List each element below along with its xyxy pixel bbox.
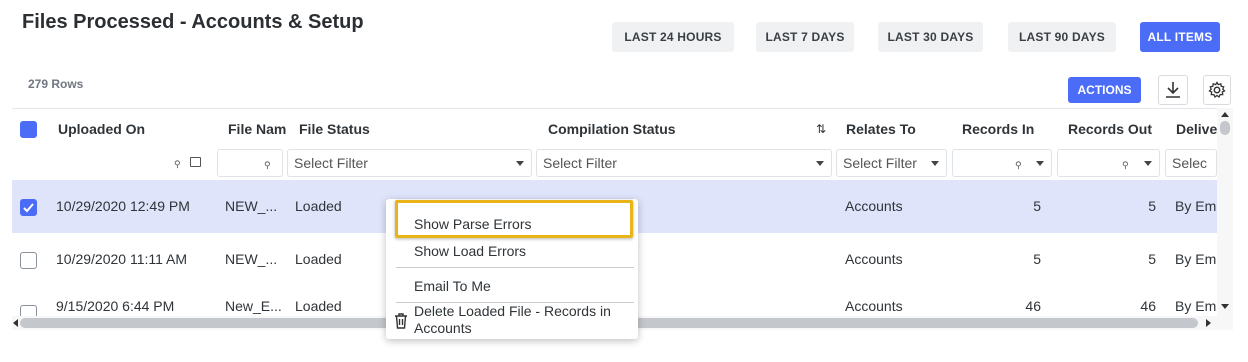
vertical-scrollbar[interactable] <box>1217 108 1233 330</box>
gear-icon <box>1208 81 1226 99</box>
scroll-down-arrow-icon[interactable] <box>1221 304 1229 309</box>
delete-label-line2: Accounts <box>414 320 472 336</box>
select-all-checkbox[interactable] <box>20 121 37 138</box>
range-last-90-days[interactable]: LAST 90 DAYS <box>1008 22 1116 52</box>
column-header-file-status[interactable]: File Status <box>299 109 449 149</box>
search-icon: ⚲ <box>264 160 271 170</box>
search-icon: ⚲ <box>1015 160 1022 170</box>
scroll-left-arrow-icon[interactable] <box>13 319 18 327</box>
relates-to-filter-value: Select Filter <box>843 155 917 171</box>
records-in-cell: 5 <box>1033 251 1041 267</box>
chevron-down-icon[interactable] <box>1144 161 1152 166</box>
range-last-24-hours[interactable]: LAST 24 HOURS <box>612 22 734 52</box>
actions-button[interactable]: ACTIONS <box>1068 77 1141 103</box>
chevron-down-icon <box>816 161 824 166</box>
search-icon: ⚲ <box>174 159 181 169</box>
file-name-cell[interactable]: NEW_... <box>225 233 283 286</box>
chevron-down-icon <box>516 161 524 166</box>
row-checkbox[interactable] <box>20 199 37 216</box>
uploaded-on-cell: 10/29/2020 11:11 AM <box>56 251 188 267</box>
records-in-filter[interactable]: ⚲ <box>952 149 1052 177</box>
range-all-items[interactable]: ALL ITEMS <box>1140 22 1220 52</box>
delivery-filter[interactable]: Selec <box>1165 149 1217 177</box>
download-button[interactable] <box>1158 75 1188 105</box>
delivery-filter-value: Selec <box>1172 155 1208 171</box>
records-in-cell: 5 <box>1033 198 1041 214</box>
menu-divider <box>396 267 634 268</box>
records-out-cell: 5 <box>1148 251 1156 267</box>
delivery-cell: By Em <box>1175 251 1217 267</box>
calendar-icon[interactable] <box>190 157 201 167</box>
column-header-records-out[interactable]: Records Out <box>1068 109 1168 149</box>
compilation-status-filter[interactable]: Select Filter <box>536 149 832 177</box>
file-status-filter-value: Select Filter <box>294 155 368 171</box>
trash-icon <box>395 313 407 329</box>
file-name-filter[interactable]: ⚲ <box>217 149 283 177</box>
range-last-7-days[interactable]: LAST 7 DAYS <box>756 22 854 52</box>
menu-item-show-load-errors[interactable]: Show Load Errors <box>386 240 638 264</box>
chevron-down-icon[interactable] <box>1036 161 1044 166</box>
column-header-compilation-status[interactable]: Compilation Status <box>548 109 748 149</box>
scroll-up-arrow-icon[interactable] <box>1221 112 1229 117</box>
records-out-filter[interactable]: ⚲ <box>1057 149 1160 177</box>
relates-to-filter[interactable]: Select Filter <box>836 149 947 177</box>
relates-to-cell: Accounts <box>845 251 903 267</box>
uploaded-on-filter[interactable]: ⚲ <box>48 149 216 177</box>
relates-to-cell: Accounts <box>845 198 903 214</box>
file-status-cell: Loaded <box>295 198 342 214</box>
records-out-cell: 5 <box>1148 198 1156 214</box>
file-status-cell: Loaded <box>295 251 342 267</box>
delivery-cell: By Em <box>1175 198 1217 214</box>
focus-highlight <box>395 200 633 238</box>
column-header-delivery[interactable]: Delive <box>1176 109 1217 149</box>
column-header-file-name[interactable]: File Nam <box>228 109 288 149</box>
chevron-down-icon <box>931 161 939 166</box>
search-icon: ⚲ <box>1122 160 1129 170</box>
row-checkbox[interactable] <box>20 252 37 269</box>
menu-item-delete-loaded-file[interactable]: Delete Loaded File - Records in Accounts <box>386 303 638 339</box>
download-icon <box>1166 82 1180 98</box>
uploaded-on-cell: 10/29/2020 12:49 PM <box>56 198 190 214</box>
column-header-records-in[interactable]: Records In <box>962 109 1052 149</box>
settings-button[interactable] <box>1203 75 1231 105</box>
sort-icon[interactable]: ⇅ <box>816 109 830 149</box>
range-last-30-days[interactable]: LAST 30 DAYS <box>878 22 983 52</box>
compilation-status-filter-value: Select Filter <box>543 155 617 171</box>
page-title: Files Processed - Accounts & Setup <box>22 11 364 33</box>
row-count: 279 Rows <box>28 77 84 91</box>
menu-item-email-to-me[interactable]: Email To Me <box>386 273 638 299</box>
column-header-uploaded-on[interactable]: Uploaded On <box>58 109 208 149</box>
file-name-cell[interactable]: NEW_... <box>225 180 283 233</box>
file-status-filter[interactable]: Select Filter <box>287 149 532 177</box>
column-header-relates-to[interactable]: Relates To <box>846 109 946 149</box>
delete-label-line1: Delete Loaded File - Records in <box>414 303 611 319</box>
scroll-thumb[interactable] <box>1220 121 1230 135</box>
check-icon <box>23 203 34 213</box>
scroll-right-arrow-icon[interactable] <box>1206 319 1211 327</box>
